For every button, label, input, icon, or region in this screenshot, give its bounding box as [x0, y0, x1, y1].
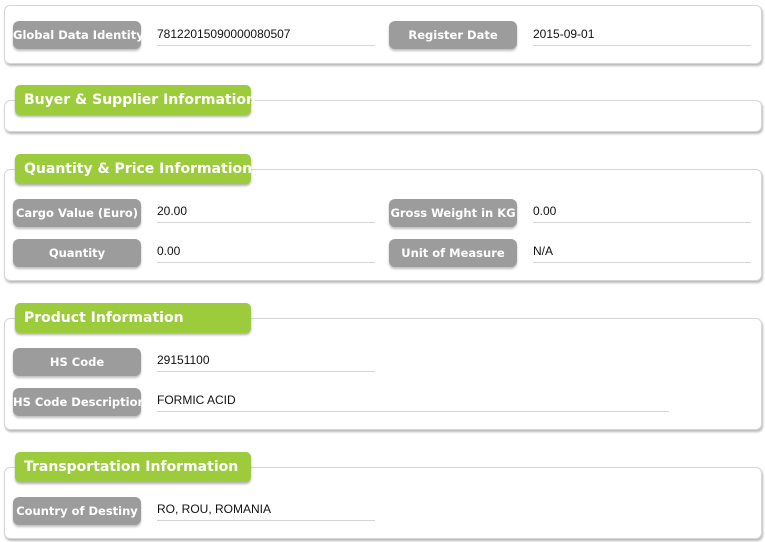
- cargo-value-value: 20.00: [157, 202, 375, 223]
- country-of-destiny-label: Country of Destiny: [13, 497, 141, 525]
- hs-code-description-label: HS Code Description: [13, 388, 146, 416]
- unit-of-measure-value: N/A: [533, 242, 751, 263]
- transportation-section-title: Transportation Information: [15, 452, 251, 482]
- country-of-destiny-value: RO, ROU, ROMANIA: [157, 500, 375, 521]
- hs-code-value: 29151100: [157, 351, 375, 372]
- quantity-value: 0.00: [157, 242, 375, 263]
- buyer-supplier-section-title: Buyer & Supplier Information: [15, 85, 256, 115]
- global-data-identity-value: 78122015090000080507: [157, 25, 375, 46]
- hs-code-description-value: FORMIC ACID: [157, 391, 669, 412]
- unit-of-measure-label: Unit of Measure: [389, 239, 517, 267]
- gross-weight-label: Gross Weight in KG: [389, 199, 517, 227]
- register-date-value: 2015-09-01: [533, 25, 751, 46]
- quantity-price-section-title: Quantity & Price Information: [15, 154, 252, 184]
- hs-code-label: HS Code: [13, 348, 141, 376]
- product-section-title: Product Information: [15, 303, 251, 333]
- quantity-label: Quantity: [13, 239, 141, 267]
- gross-weight-value: 0.00: [533, 202, 751, 223]
- global-data-identity-label: Global Data Identity: [13, 21, 144, 49]
- cargo-value-label: Cargo Value (Euro): [13, 199, 141, 227]
- register-date-label: Register Date: [389, 21, 517, 49]
